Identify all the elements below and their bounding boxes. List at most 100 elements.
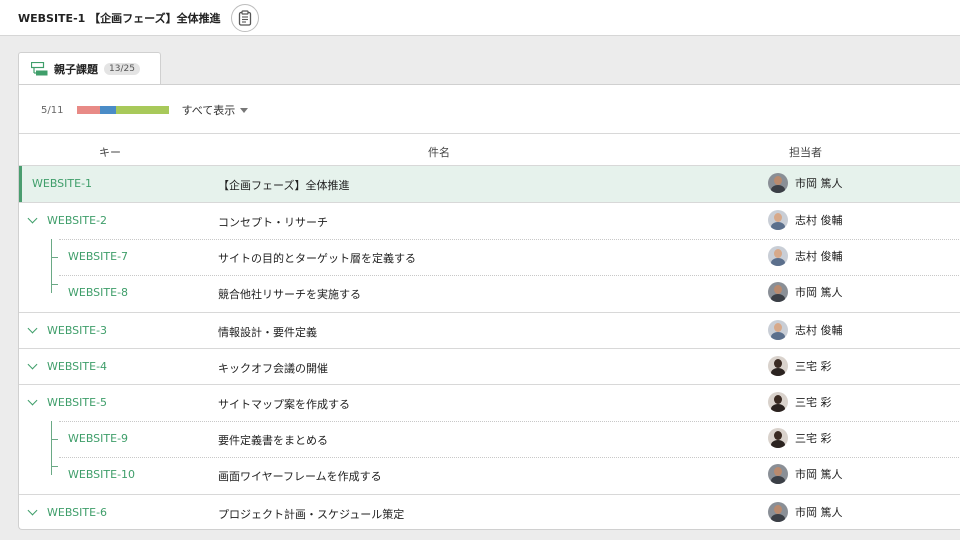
avatar bbox=[768, 173, 788, 193]
avatar-body bbox=[771, 257, 785, 266]
parent-child-icon bbox=[31, 62, 48, 76]
assignee: 三宅 彩 bbox=[768, 427, 832, 448]
assignee: 市岡 篤人 bbox=[768, 173, 843, 193]
column-header-subject: 件名 bbox=[428, 146, 450, 159]
avatar bbox=[768, 245, 788, 266]
table-row[interactable]: WEBSITE-5 サイトマップ案を作成する 三宅 彩 bbox=[19, 384, 960, 420]
issue-key-link[interactable]: WEBSITE-9 bbox=[68, 432, 128, 445]
avatar-head bbox=[774, 176, 782, 185]
issue-header: WEBSITE-1 【企画フェーズ】全体推進 bbox=[0, 0, 960, 36]
assignee-name: 志村 俊輔 bbox=[795, 249, 843, 263]
tab-parent-child[interactable]: 親子課題 13/25 bbox=[18, 52, 161, 85]
issue-subject[interactable]: 情報設計・要件定義 bbox=[218, 324, 317, 340]
avatar bbox=[768, 392, 788, 413]
table-row[interactable]: WEBSITE-6 プロジェクト計画・スケジュール策定 市岡 篤人 bbox=[19, 493, 960, 530]
avatar bbox=[768, 427, 788, 448]
tree-connector bbox=[51, 420, 59, 458]
issue-key-link[interactable]: WEBSITE-10 bbox=[68, 468, 135, 481]
assignee: 市岡 篤人 bbox=[768, 464, 843, 485]
assignee: 志村 俊輔 bbox=[768, 319, 843, 340]
issue-key-link[interactable]: WEBSITE-8 bbox=[68, 286, 128, 299]
chevron-down-icon[interactable] bbox=[27, 359, 38, 370]
issue-key-link[interactable]: WEBSITE-2 bbox=[47, 214, 107, 227]
issue-title: WEBSITE-1 【企画フェーズ】全体推進 bbox=[18, 11, 221, 25]
table-row[interactable]: WEBSITE-4 キックオフ会議の開催 三宅 彩 bbox=[19, 347, 960, 384]
issue-subject[interactable]: 競合他社リサーチを実施する bbox=[218, 286, 361, 302]
avatar-body bbox=[771, 331, 785, 340]
clipboard-icon bbox=[238, 9, 251, 26]
issue-key-link[interactable]: WEBSITE-7 bbox=[68, 250, 128, 263]
avatar-body bbox=[771, 513, 785, 522]
avatar-head bbox=[774, 322, 782, 332]
issue-key-link[interactable]: WEBSITE-5 bbox=[47, 396, 107, 409]
progress-segment-in-progress bbox=[100, 106, 117, 114]
column-header-key: キー bbox=[99, 146, 121, 159]
issue-subject[interactable]: 【企画フェーズ】全体推進 bbox=[218, 177, 349, 193]
filter-dropdown[interactable]: すべて表示 bbox=[181, 102, 249, 118]
issue-subject[interactable]: コンセプト・リサーチ bbox=[218, 214, 328, 230]
issue-subject[interactable]: プロジェクト計画・スケジュール策定 bbox=[218, 506, 404, 522]
avatar-head bbox=[774, 395, 782, 405]
assignee: 志村 俊輔 bbox=[768, 210, 843, 231]
avatar-body bbox=[771, 476, 785, 485]
assignee-name: 市岡 篤人 bbox=[795, 177, 843, 190]
table-header: キー 件名 担当者 bbox=[19, 133, 960, 166]
assignee-name: 志村 俊輔 bbox=[795, 214, 843, 228]
avatar-head bbox=[774, 248, 782, 258]
count-badge: 13/25 bbox=[104, 63, 140, 75]
avatar-head bbox=[774, 213, 782, 223]
chevron-down-icon[interactable] bbox=[27, 213, 38, 224]
avatar-head bbox=[774, 467, 782, 477]
column-header-assignee: 担当者 bbox=[789, 146, 822, 159]
avatar-body bbox=[771, 222, 785, 231]
table-row[interactable]: WEBSITE-3 情報設計・要件定義 志村 俊輔 bbox=[19, 311, 960, 348]
assignee: 三宅 彩 bbox=[768, 392, 832, 413]
chevron-down-icon[interactable] bbox=[27, 323, 38, 334]
assignee-name: 三宅 彩 bbox=[795, 396, 832, 410]
caret-down-icon bbox=[240, 107, 249, 113]
assignee-name: 志村 俊輔 bbox=[795, 323, 843, 337]
progress-segment-open bbox=[77, 106, 101, 114]
chevron-down-icon[interactable] bbox=[27, 505, 38, 515]
progress-summary: 5/11 すべて表示 bbox=[41, 102, 249, 118]
tree-connector bbox=[51, 238, 59, 276]
avatar-body bbox=[771, 367, 785, 376]
assignee-name: 市岡 篤人 bbox=[795, 286, 843, 300]
avatar-body bbox=[771, 404, 785, 413]
avatar-head bbox=[774, 430, 782, 440]
progress-segment-resolved bbox=[116, 106, 170, 114]
table-row[interactable]: WEBSITE-8 競合他社リサーチを実施する 市岡 篤人 bbox=[19, 275, 960, 311]
avatar-head bbox=[774, 285, 782, 295]
avatar-head bbox=[774, 504, 782, 514]
avatar-body bbox=[771, 185, 785, 193]
table-row[interactable]: WEBSITE-1 【企画フェーズ】全体推進 市岡 篤人 bbox=[19, 166, 960, 203]
avatar bbox=[768, 501, 788, 522]
issue-subject[interactable]: サイトマップ案を作成する bbox=[218, 396, 350, 412]
issue-subject[interactable]: 要件定義書をまとめる bbox=[218, 432, 328, 448]
issue-subject[interactable]: 画面ワイヤーフレームを作成する bbox=[218, 468, 382, 484]
issue-key-link[interactable]: WEBSITE-3 bbox=[47, 324, 107, 337]
avatar bbox=[768, 319, 788, 340]
avatar-body bbox=[771, 294, 785, 303]
assignee-name: 市岡 篤人 bbox=[795, 505, 843, 519]
assignee-name: 三宅 彩 bbox=[795, 431, 832, 445]
table-row[interactable]: WEBSITE-7 サイトの目的とターゲット層を定義する 志村 俊輔 bbox=[19, 238, 960, 276]
copy-button[interactable] bbox=[230, 3, 259, 32]
table-row[interactable]: WEBSITE-9 要件定義書をまとめる 三宅 彩 bbox=[19, 420, 960, 458]
issue-subject[interactable]: サイトの目的とターゲット層を定義する bbox=[218, 250, 416, 266]
child-issues-panel: 5/11 すべて表示 キー 件名 担当者 WEBSITE-1 【企画フェーズ】全… bbox=[18, 84, 960, 530]
issue-key-link[interactable]: WEBSITE-1 bbox=[32, 177, 92, 190]
chevron-down-icon[interactable] bbox=[27, 395, 38, 406]
assignee: 市岡 篤人 bbox=[768, 501, 843, 522]
issue-key-link[interactable]: WEBSITE-6 bbox=[47, 506, 107, 519]
issue-subject[interactable]: キックオフ会議の開催 bbox=[218, 360, 328, 376]
issue-key-link[interactable]: WEBSITE-4 bbox=[47, 360, 107, 373]
status-progress-bar bbox=[77, 106, 170, 114]
tree-connector bbox=[51, 457, 59, 476]
table-row[interactable]: WEBSITE-10 画面ワイヤーフレームを作成する 市岡 篤人 bbox=[19, 457, 960, 493]
avatar bbox=[768, 355, 788, 376]
tree-connector bbox=[51, 275, 59, 294]
assignee-name: 三宅 彩 bbox=[795, 359, 832, 373]
table-row[interactable]: WEBSITE-2 コンセプト・リサーチ 志村 俊輔 bbox=[19, 202, 960, 238]
assignee-name: 市岡 篤人 bbox=[795, 468, 843, 482]
